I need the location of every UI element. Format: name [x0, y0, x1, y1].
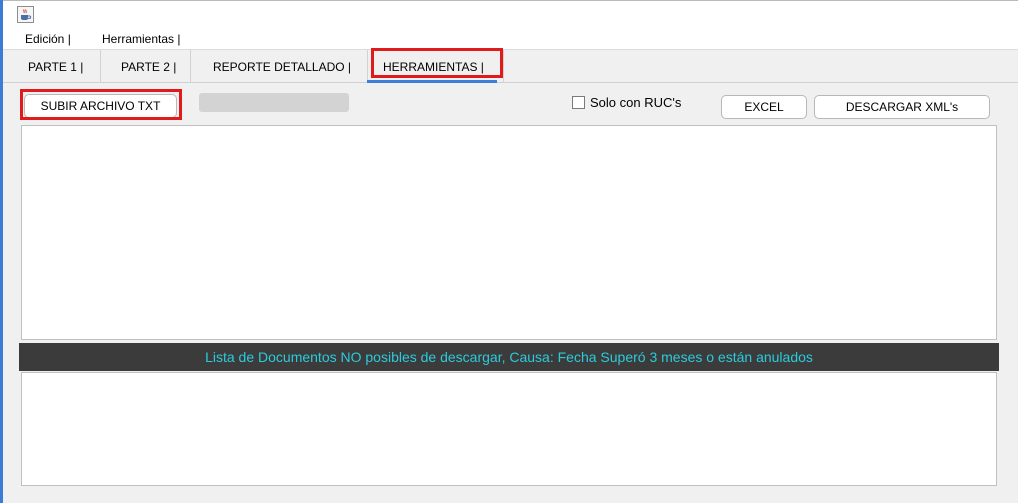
tab-herramientas[interactable]: HERRAMIENTAS | [383, 50, 484, 83]
tab-divider [100, 50, 101, 83]
tab-divider [367, 50, 368, 83]
tab-reporte-detallado[interactable]: REPORTE DETALLADO | [213, 50, 351, 83]
menu-edicion[interactable]: Edición | [25, 32, 71, 46]
menu-bar: Edición | Herramientas | [3, 27, 1018, 49]
upload-progress-bar [199, 93, 349, 112]
documents-table-area[interactable] [21, 125, 997, 340]
tab-parte-1[interactable]: PARTE 1 | [28, 50, 83, 83]
java-cup-icon[interactable] [17, 6, 34, 23]
herramientas-panel: SUBIR ARCHIVO TXT Solo con RUC's EXCEL D… [3, 83, 1018, 503]
only-ruc-option[interactable]: Solo con RUC's [572, 95, 681, 110]
upload-txt-button[interactable]: SUBIR ARCHIVO TXT [24, 94, 177, 118]
non-downloadable-banner: Lista de Documentos NO posibles de desca… [19, 343, 999, 371]
tab-divider [190, 50, 191, 83]
only-ruc-label: Solo con RUC's [590, 95, 682, 110]
title-bar [3, 1, 1018, 27]
tab-bar: PARTE 1 | PARTE 2 | REPORTE DETALLADO | … [3, 49, 1018, 83]
excel-button[interactable]: EXCEL [721, 95, 807, 119]
non-downloadable-table-area[interactable] [21, 372, 997, 486]
app-window: Edición | Herramientas | PARTE 1 | PARTE… [3, 0, 1018, 503]
menu-herramientas[interactable]: Herramientas | [102, 32, 180, 46]
checkbox-unchecked-icon[interactable] [572, 96, 585, 109]
download-xml-button[interactable]: DESCARGAR XML's [814, 95, 990, 119]
tab-parte-2[interactable]: PARTE 2 | [121, 50, 176, 83]
tab-divider [503, 50, 504, 83]
